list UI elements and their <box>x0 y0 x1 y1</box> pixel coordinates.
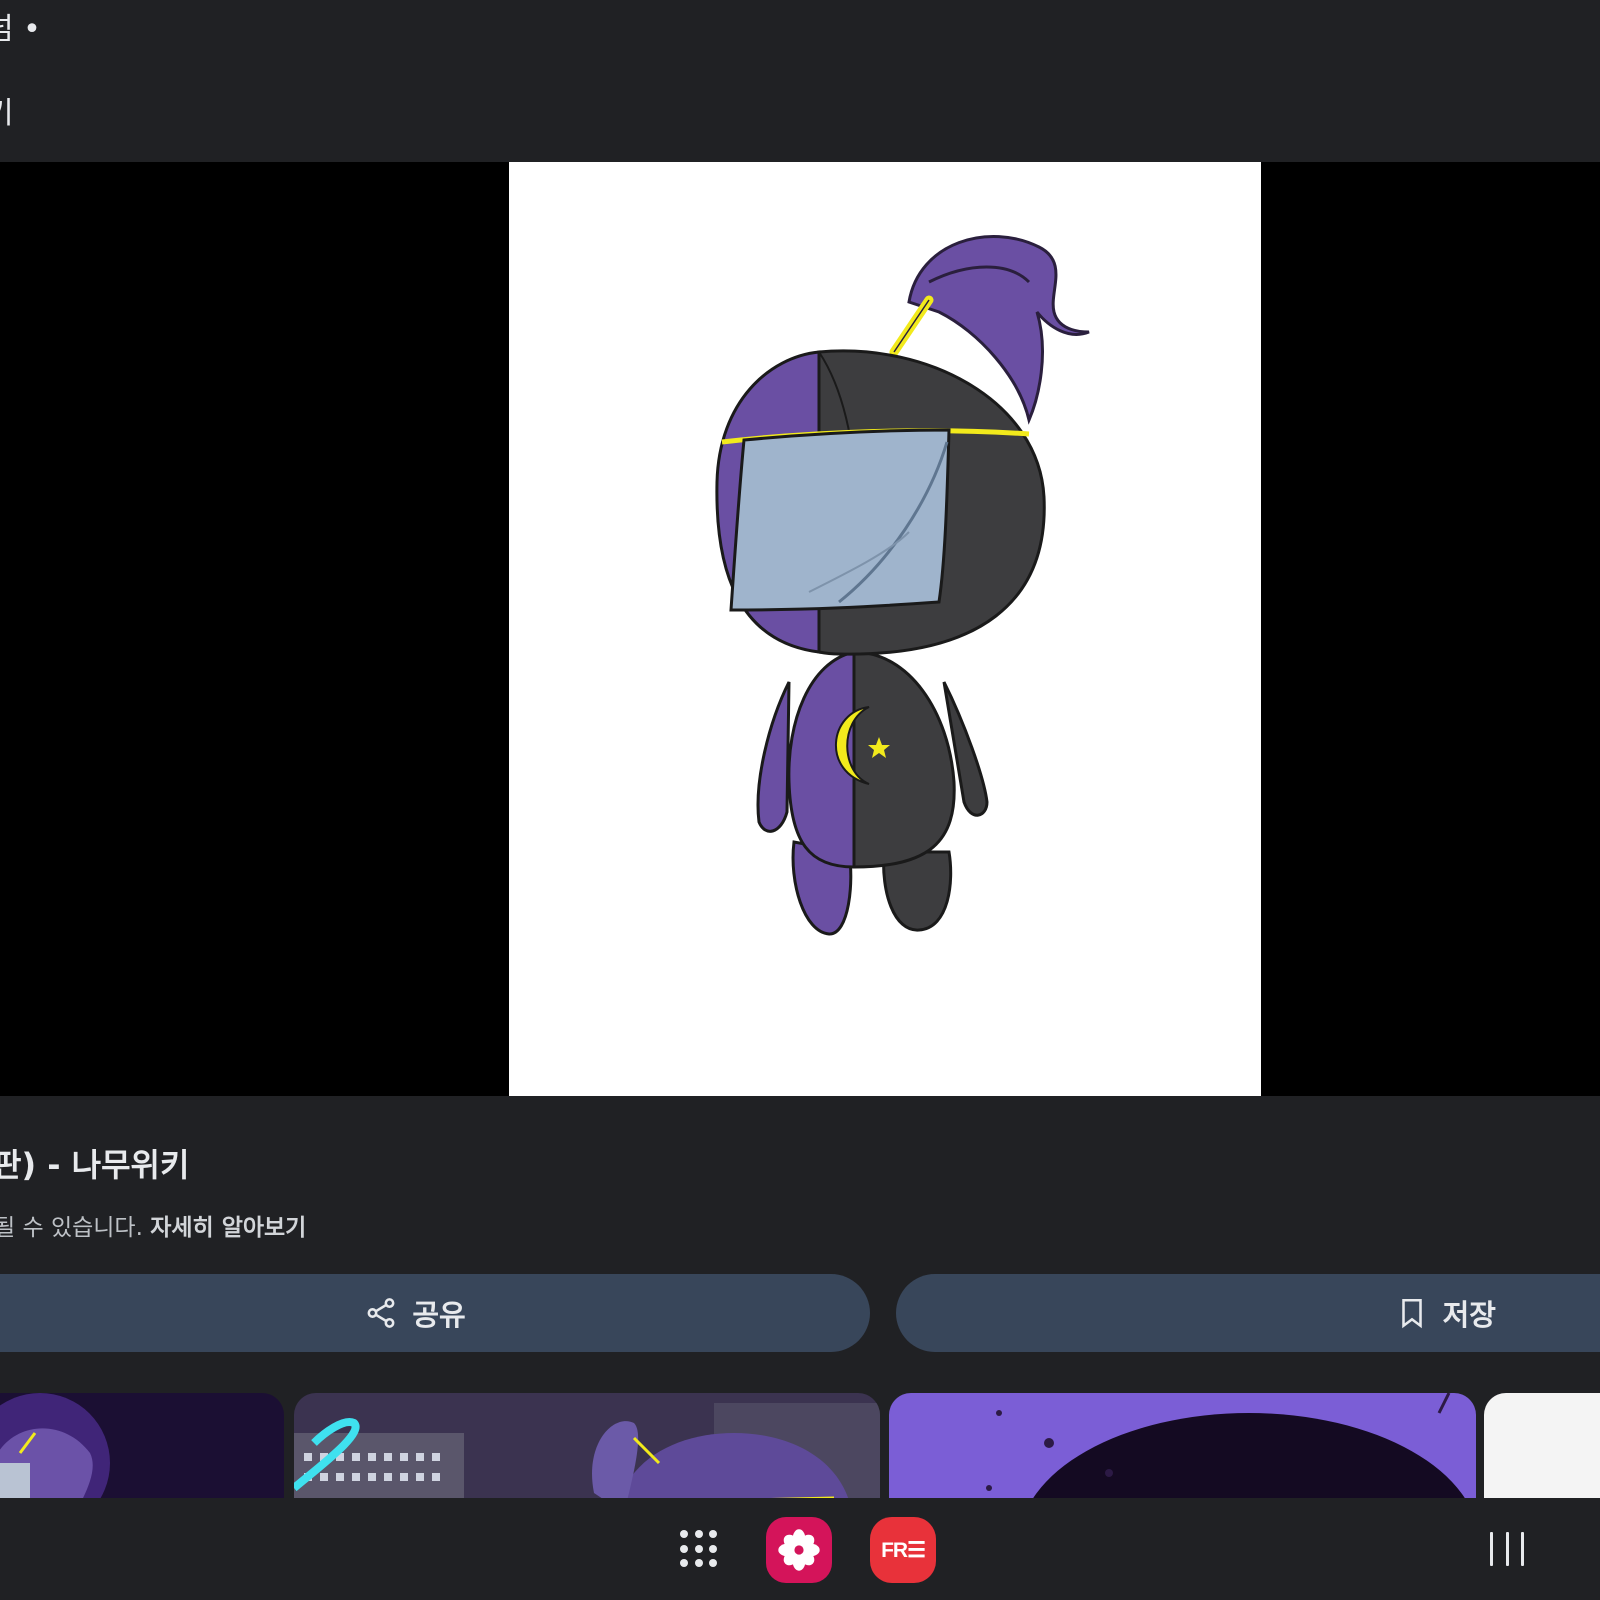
app-drawer-icon[interactable] <box>680 1530 720 1570</box>
related-image-thumbnail[interactable] <box>889 1393 1476 1498</box>
related-image-thumbnail[interactable] <box>0 1393 284 1498</box>
save-button[interactable]: 저장 <box>896 1274 1600 1352</box>
learn-more-link[interactable]: 자세히 알아보기 <box>150 1215 306 1241</box>
page-title: 넘 • <box>0 12 41 47</box>
notice-text: 될 수 있습니다. <box>0 1215 151 1241</box>
flower-app-icon[interactable] <box>766 1517 832 1583</box>
related-image-thumbnail[interactable] <box>1484 1393 1600 1498</box>
related-images <box>0 1393 1600 1498</box>
navigation-bar: FR☰ <box>0 1498 1600 1600</box>
recent-apps-icon[interactable] <box>1490 1532 1524 1566</box>
related-image-thumbnail[interactable] <box>294 1393 880 1498</box>
share-label: 공유 <box>412 1298 466 1332</box>
share-button[interactable]: 공유 <box>0 1274 870 1352</box>
image-viewer <box>0 162 1600 1096</box>
character-image[interactable] <box>509 162 1261 1096</box>
result-title[interactable]: 판) - 나무위키 <box>0 1140 189 1186</box>
bookmark-icon <box>1395 1296 1429 1330</box>
source-name[interactable]: 키 <box>0 88 14 132</box>
result-notice: 될 수 있습니다. 자세히 알아보기 <box>0 1208 306 1242</box>
share-icon <box>364 1296 398 1330</box>
free-app-icon[interactable]: FR☰ <box>870 1517 936 1583</box>
save-label: 저장 <box>1442 1298 1496 1332</box>
